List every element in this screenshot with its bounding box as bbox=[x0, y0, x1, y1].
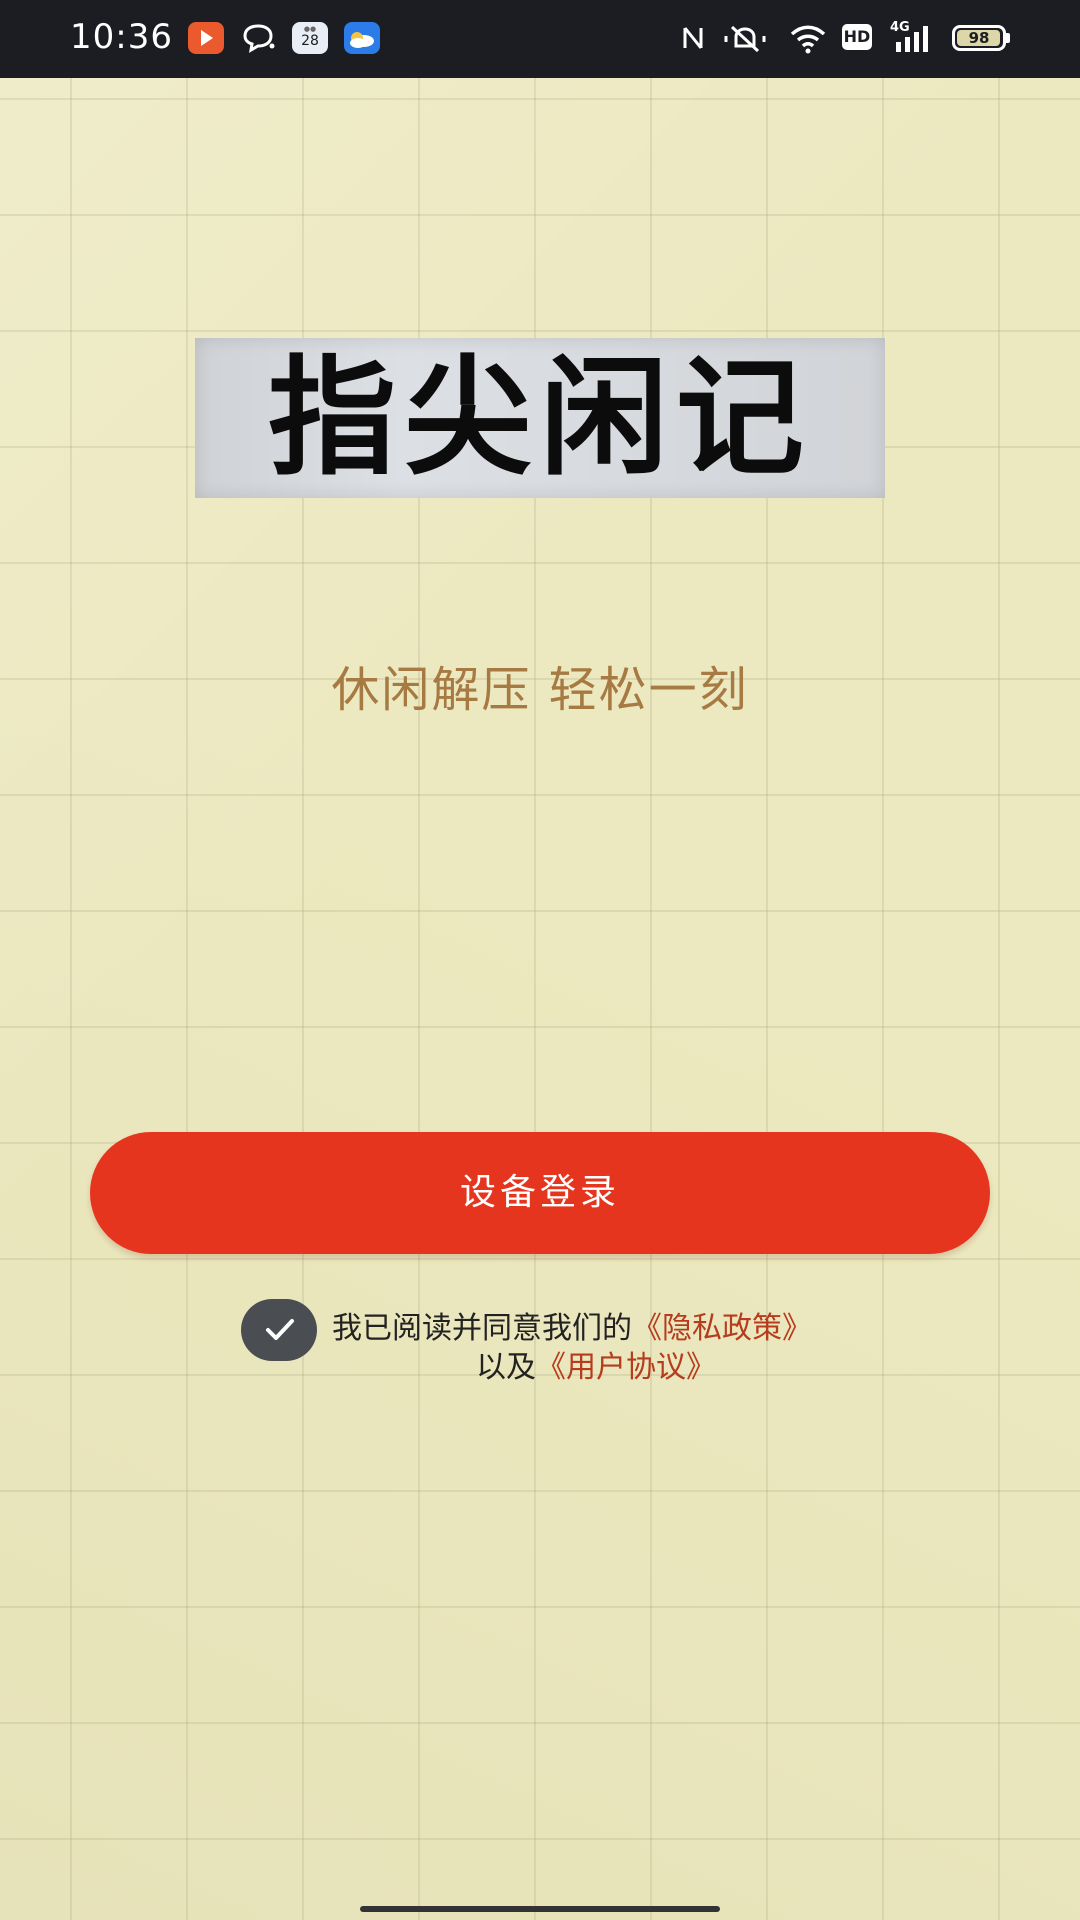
mute-vibrate-icon bbox=[724, 25, 766, 53]
battery-tip bbox=[1006, 33, 1010, 43]
network-type: 4G bbox=[890, 20, 910, 35]
home-indicator[interactable] bbox=[360, 1906, 720, 1912]
checkmark-icon bbox=[266, 1319, 294, 1340]
chat-app-icon bbox=[240, 22, 276, 54]
nfc-icon bbox=[683, 27, 703, 49]
device-login-button[interactable]: 设备登录 bbox=[90, 1132, 990, 1254]
agreement-checkbox[interactable] bbox=[241, 1299, 317, 1361]
user-agreement-link[interactable]: 《用户协议》 bbox=[536, 1350, 716, 1385]
agreement-text: 我已阅读并同意我们的 bbox=[332, 1311, 632, 1346]
app-logo: 指尖闲记 bbox=[195, 338, 885, 498]
battery-icon: 98 bbox=[952, 25, 1006, 51]
agreement-line-2: 以及《用户协议》 bbox=[476, 1342, 716, 1386]
calendar-app-icon: ●● 28 bbox=[292, 22, 328, 54]
agreement-and-text: 以及 bbox=[476, 1350, 536, 1385]
logo-text: 指尖闲记 bbox=[267, 343, 812, 493]
wifi-icon bbox=[790, 25, 826, 54]
video-app-icon bbox=[188, 22, 224, 54]
agreement-line-1: 我已阅读并同意我们的《隐私政策》 bbox=[332, 1303, 812, 1347]
tagline: 休闲解压 轻松一刻 bbox=[331, 662, 749, 718]
status-bar: 10:36 ●● 28 HD 4G 98 bbox=[0, 0, 1080, 78]
status-time: 10:36 bbox=[70, 17, 173, 57]
hd-badge: HD bbox=[842, 24, 872, 50]
privacy-policy-link[interactable]: 《隐私政策》 bbox=[632, 1311, 812, 1346]
battery-text: 98 bbox=[968, 29, 990, 47]
weather-app-icon bbox=[344, 22, 380, 54]
calendar-day: 28 bbox=[301, 33, 319, 49]
